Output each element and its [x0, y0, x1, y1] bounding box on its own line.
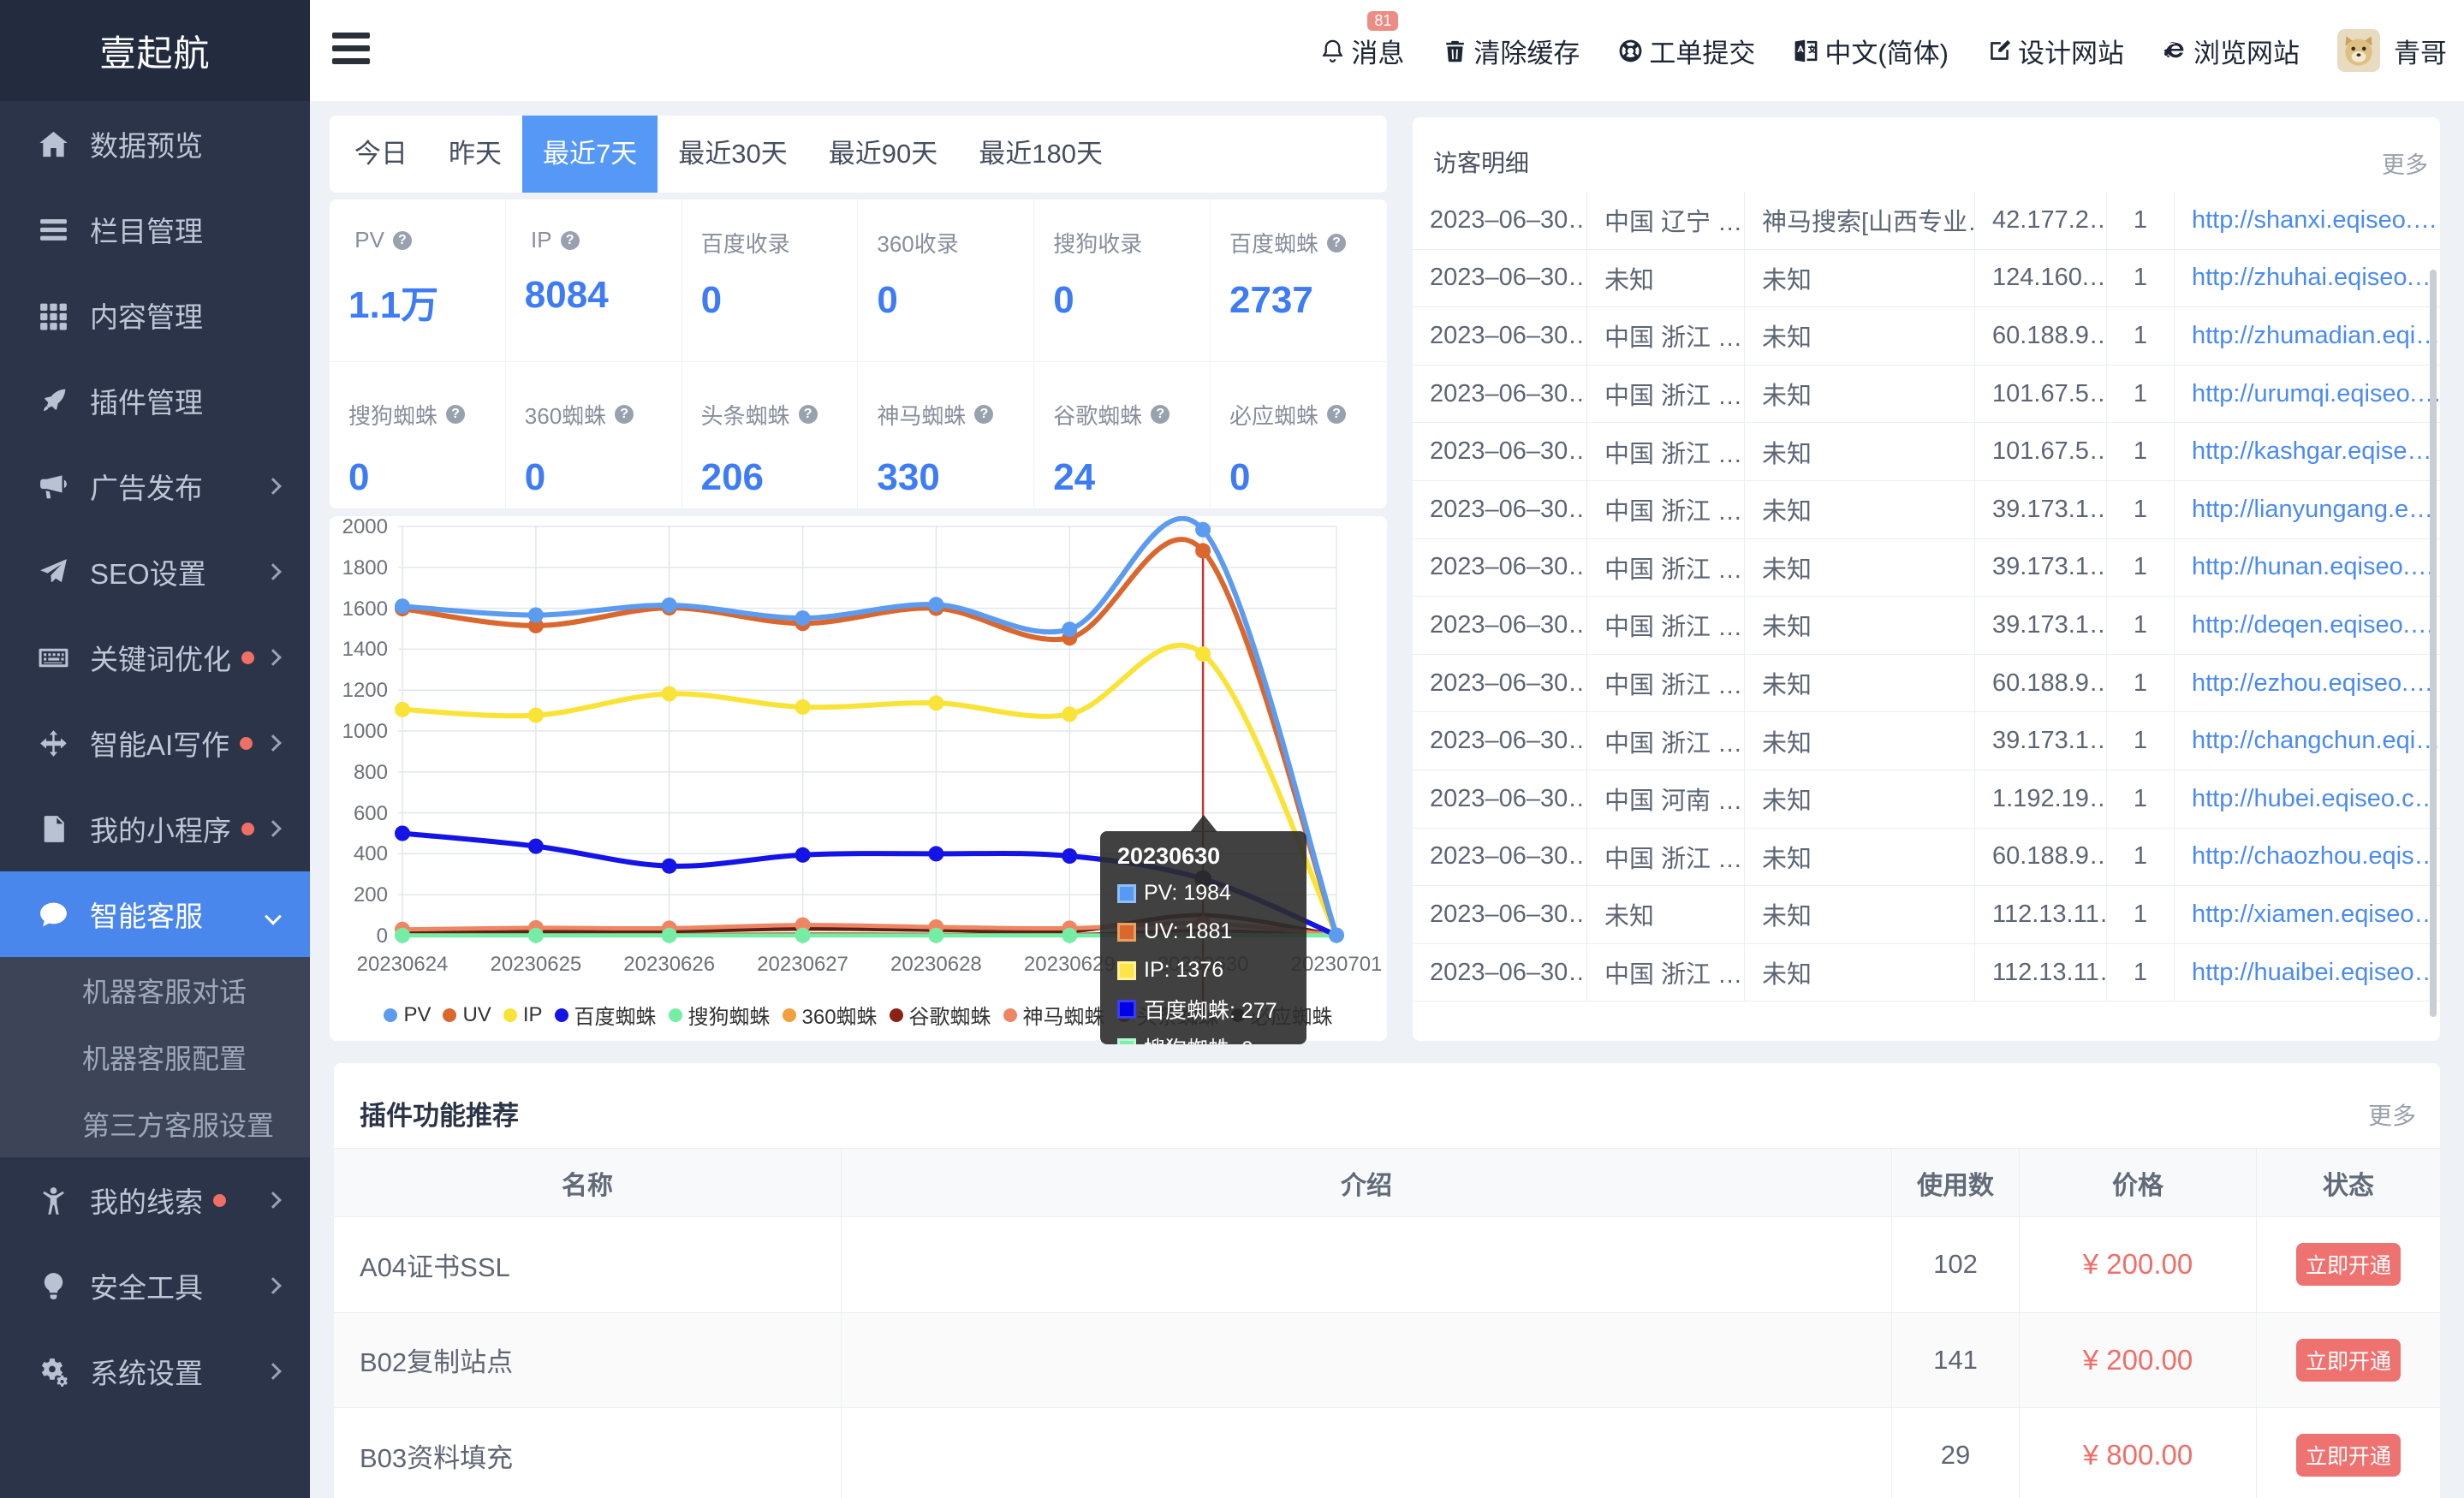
svg-text:1200: 1200	[342, 679, 388, 702]
svg-text:1600: 1600	[342, 597, 388, 621]
svg-text:20230627: 20230627	[757, 953, 848, 976]
svg-text:20230628: 20230628	[890, 953, 982, 976]
svg-text:0: 0	[377, 924, 388, 948]
svg-text:400: 400	[354, 842, 388, 865]
svg-text:1800: 1800	[342, 556, 388, 580]
svg-text:800: 800	[354, 761, 388, 784]
svg-text:20230626: 20230626	[623, 953, 715, 976]
svg-text:20230625: 20230625	[491, 953, 582, 976]
svg-text:1400: 1400	[342, 638, 388, 661]
svg-text:2000: 2000	[342, 516, 388, 538]
svg-text:20230624: 20230624	[357, 953, 449, 976]
svg-text:1000: 1000	[342, 720, 388, 743]
svg-text:600: 600	[354, 802, 388, 825]
svg-text:200: 200	[354, 883, 388, 907]
